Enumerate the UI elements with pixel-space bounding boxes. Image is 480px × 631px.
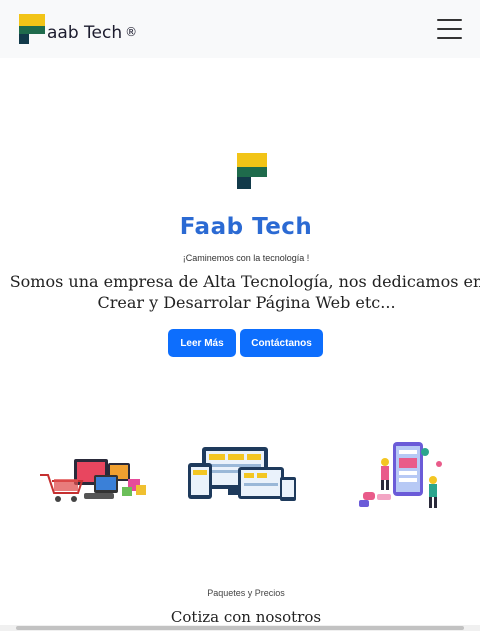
hero-buttons: Leer Más Contáctanos (168, 329, 323, 357)
scrollbar-thumb[interactable] (16, 626, 464, 630)
hero-title: Faab Tech (179, 214, 313, 240)
pricing-subtitle: Paquetes y Precios (207, 588, 285, 598)
hero-description: Somos una empresa de Alta Tecnología, no… (9, 272, 480, 312)
brand-link[interactable]: aab Tech ® (19, 14, 137, 44)
read-more-button[interactable]: Leer Más (168, 329, 236, 357)
navbar: aab Tech ® (0, 0, 480, 58)
responsive-devices-illustration (188, 447, 296, 501)
pricing-title: Cotiza con nosotros (170, 608, 322, 626)
mobile-app-illustration (359, 442, 442, 508)
hamburger-menu-icon[interactable] (437, 19, 462, 39)
registered-mark: ® (125, 25, 138, 39)
brand-text: aab Tech ® (47, 23, 137, 44)
hero-subtitle: ¡Caminemos con la tecnología ! (182, 253, 310, 263)
brand-name: aab Tech (47, 23, 123, 43)
ecommerce-illustration (40, 459, 146, 502)
faab-tech-logo-icon (237, 153, 267, 189)
brand-logo-icon (19, 14, 45, 44)
horizontal-scrollbar[interactable] (0, 625, 480, 631)
contact-button[interactable]: Contáctanos (240, 329, 323, 357)
